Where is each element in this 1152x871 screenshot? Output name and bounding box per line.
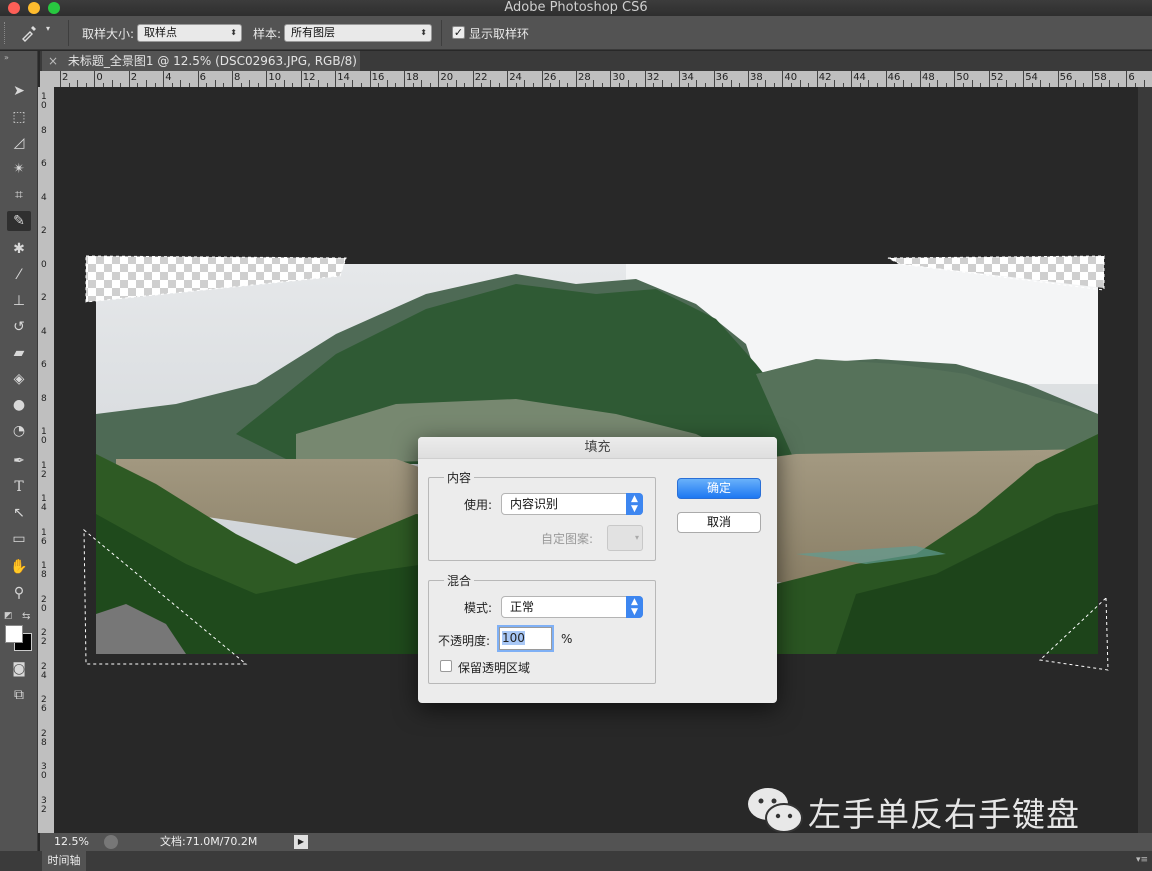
opacity-value: 100	[502, 631, 525, 645]
mode-label: 模式:	[464, 601, 493, 615]
transparent-area-top-right	[888, 256, 1104, 288]
zoom-level[interactable]: 12.5%	[54, 833, 89, 851]
content-group-label: 内容	[444, 469, 475, 486]
fill-dialog-title: 填充	[418, 437, 777, 459]
status-info-icon[interactable]	[104, 835, 118, 849]
selection-marquee	[83, 528, 248, 665]
blend-group-label: 混合	[444, 572, 475, 589]
opacity-input[interactable]: 100	[499, 627, 552, 650]
timeline-panel: 时间轴 ▾≡	[0, 851, 1152, 871]
cancel-button[interactable]: 取消	[677, 512, 761, 533]
selection-marquee	[1038, 596, 1109, 671]
custom-pattern-picker[interactable]: ▾	[607, 525, 643, 551]
watermark-text: 左手单反右手键盘	[808, 795, 1080, 834]
opacity-unit: %	[561, 632, 573, 646]
document-size: 文档:71.0M/70.2M	[160, 835, 258, 848]
wechat-logo-icon	[746, 786, 804, 834]
preserve-transparency-checkbox[interactable]	[440, 660, 452, 672]
select-arrows-icon: ▲ ▼	[626, 493, 643, 515]
timeline-tab[interactable]: 时间轴	[42, 851, 86, 871]
status-menu-arrow-icon[interactable]: ▶	[294, 835, 308, 849]
mode-select[interactable]: 正常 ▲ ▼	[501, 596, 643, 618]
chevron-down-icon: ▾	[634, 533, 639, 542]
use-value: 内容识别	[510, 497, 559, 511]
preserve-transparency-label: 保留透明区域	[458, 661, 531, 675]
mode-value: 正常	[510, 600, 535, 614]
opacity-label: 不透明度:	[438, 634, 491, 648]
fill-dialog: 填充 内容 使用: 内容识别 ▲ ▼ 自定图案: ▾ 混合 模式: 正常 ▲ ▼ 不…	[418, 437, 777, 703]
panel-menu-icon[interactable]: ▾≡	[1136, 855, 1148, 865]
use-select[interactable]: 内容识别 ▲ ▼	[501, 493, 643, 515]
ok-button[interactable]: 确定	[677, 478, 761, 499]
selection-overlay	[83, 255, 1109, 671]
custom-pattern-label: 自定图案:	[541, 532, 594, 546]
use-label: 使用:	[464, 498, 493, 512]
select-arrows-icon: ▲ ▼	[626, 596, 643, 618]
status-bar: 12.5% 文档:71.0M/70.2M ▶	[40, 833, 1152, 851]
